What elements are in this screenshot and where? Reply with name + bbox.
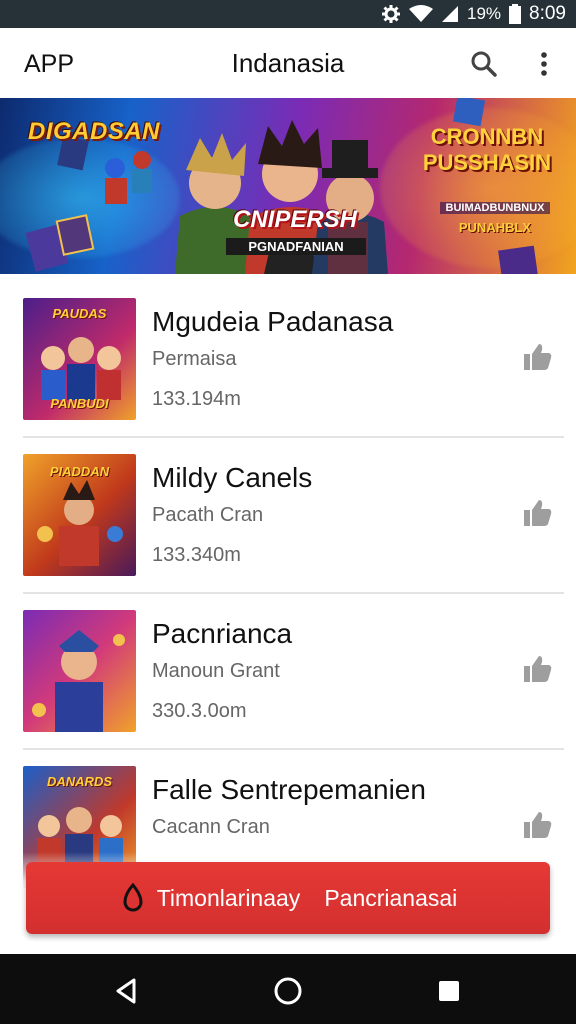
banner-center-subtitle: PGNADFANIAN [226,238,366,255]
gear-icon [381,4,401,24]
thumb-up-icon[interactable] [520,496,554,530]
flame-icon [119,882,147,913]
search-icon[interactable] [468,48,500,80]
home-icon[interactable] [273,976,303,1006]
thumb-up-icon[interactable] [520,808,554,842]
item-title: Mgudeia Padanasa [152,306,394,337]
battery-percent: 19% [466,4,502,23]
status-bar: 19% 8:09 [0,0,576,28]
signal-icon [441,5,459,23]
divider [23,748,564,750]
list-item[interactable]: Pacnrianca Manoun Grant 330.3.0om [0,602,576,758]
divider [23,436,564,438]
item-subtitle: Manoun Grant [152,660,280,682]
battery-icon [509,4,522,24]
primary-action-button[interactable]: Timonlarinaay Pancrianasai [26,862,550,934]
promo-banner[interactable]: DIGADSAN CNIPERSH PGNADFANIAN CRONNBN PU… [0,98,576,274]
app-name: APP [24,50,75,78]
cta-label-right: Pancrianasai [324,884,458,911]
thumbnail-label: PIADDAN [49,464,110,479]
item-size: 330.3.0om [152,700,247,722]
system-nav-bar [0,954,576,1024]
list-item[interactable]: PAUDAS PANBUDI Mgudeia Padanasa Permaisa… [0,290,576,446]
item-subtitle: Permaisa [152,348,237,370]
banner-tag: BUIMADBUNBNUX [440,202,550,214]
app-bar: APP Indanasia [0,28,576,98]
thumb-up-icon[interactable] [520,652,554,686]
item-title: Pacnrianca [152,618,293,649]
item-title: Falle Sentrepemanien [152,774,426,805]
cta-label-left: Timonlarinaay [156,884,301,911]
app-thumbnail: PAUDAS PANBUDI [23,298,136,420]
more-vert-icon[interactable] [532,48,556,80]
wifi-icon [408,5,433,23]
banner-center-title: CNIPERSH [232,206,358,233]
divider [23,592,564,594]
banner-tag-2: PUNAHBLX [458,220,532,235]
thumbnail-label: PANBUDI [50,396,109,411]
back-icon[interactable] [112,976,142,1006]
banner-title-left: DIGADSAN [28,118,161,145]
thumbnail-label: DANARDS [47,774,112,789]
banner-title-right: CRONNBN PUSSHASIN [422,124,552,175]
clock: 8:09 [529,3,566,24]
app-thumbnail [23,610,136,732]
page-title: Indanasia [231,48,345,78]
item-subtitle: Pacath Cran [152,504,264,526]
item-subtitle: Cacann Cran [152,816,270,838]
list-item[interactable]: PIADDAN Mildy Canels Pacath Cran 133.340… [0,446,576,602]
thumbnail-label: PAUDAS [52,306,107,321]
item-size: 133.194m [152,388,241,410]
item-title: Mildy Canels [152,462,313,493]
thumb-up-icon[interactable] [520,340,554,374]
app-thumbnail: PIADDAN [23,454,136,576]
recents-icon[interactable] [434,976,464,1006]
item-size: 133.340m [152,544,241,566]
